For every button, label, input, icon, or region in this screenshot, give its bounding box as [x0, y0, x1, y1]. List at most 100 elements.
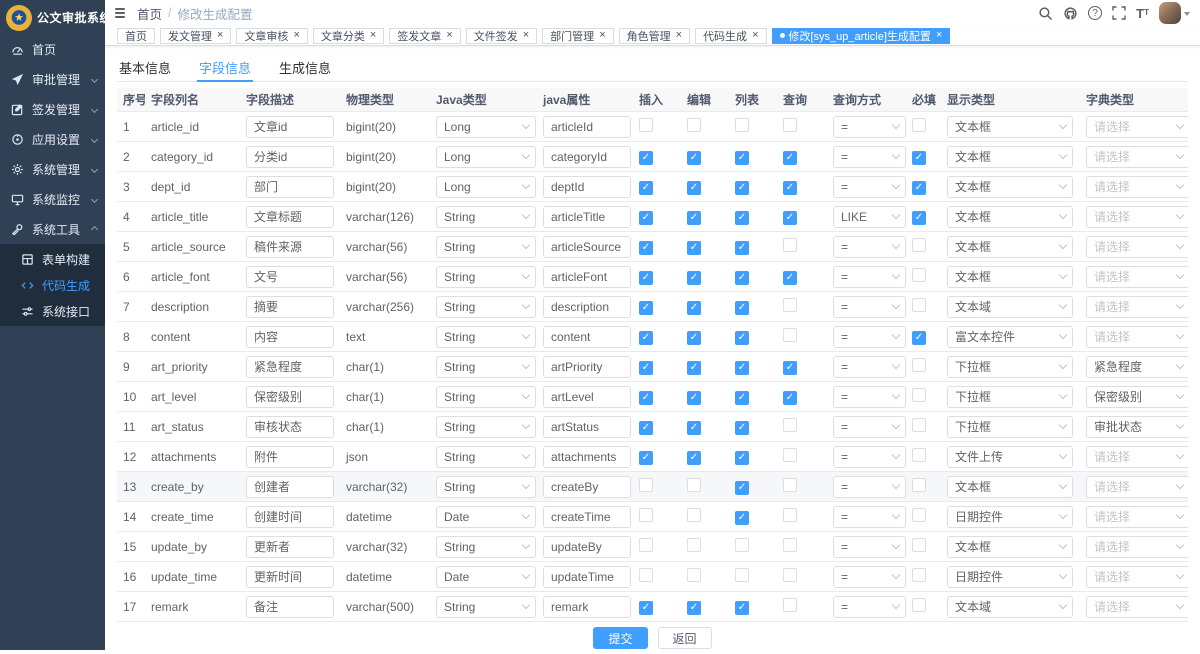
display-type-select[interactable]: 文本框 — [947, 476, 1073, 498]
dict-type-select[interactable]: 请选择 — [1086, 206, 1188, 228]
sidebar-item-home[interactable]: 首页 — [0, 34, 105, 64]
dict-type-select[interactable]: 请选择 — [1086, 506, 1188, 528]
java-type-select[interactable]: String — [436, 386, 536, 408]
back-button[interactable]: 返回 — [658, 627, 712, 649]
close-icon[interactable]: × — [599, 30, 605, 41]
java-type-select[interactable]: String — [436, 206, 536, 228]
list-checkbox[interactable] — [735, 331, 749, 345]
insert-checkbox[interactable] — [639, 451, 653, 465]
dict-type-select[interactable]: 请选择 — [1086, 236, 1188, 258]
required-checkbox[interactable] — [912, 151, 926, 165]
list-checkbox[interactable] — [735, 118, 749, 132]
java-property-input[interactable] — [543, 386, 631, 408]
field-description-input[interactable] — [246, 446, 334, 468]
required-checkbox[interactable] — [912, 478, 926, 492]
insert-checkbox[interactable] — [639, 271, 653, 285]
java-type-select[interactable]: String — [436, 326, 536, 348]
java-property-input[interactable] — [543, 176, 631, 198]
edit-checkbox[interactable] — [687, 181, 701, 195]
field-description-input[interactable] — [246, 476, 334, 498]
github-icon[interactable] — [1063, 6, 1078, 21]
dict-type-select[interactable]: 请选择 — [1086, 116, 1188, 138]
query-checkbox[interactable] — [783, 271, 797, 285]
close-icon[interactable]: × — [217, 30, 223, 41]
query-checkbox[interactable] — [783, 211, 797, 225]
insert-checkbox[interactable] — [639, 211, 653, 225]
query-type-select[interactable]: = — [833, 506, 906, 528]
display-type-select[interactable]: 文本框 — [947, 266, 1073, 288]
hamburger-icon[interactable] — [113, 6, 127, 20]
insert-checkbox[interactable] — [639, 301, 653, 315]
display-type-select[interactable]: 富文本控件 — [947, 326, 1073, 348]
display-type-select[interactable]: 下拉框 — [947, 386, 1073, 408]
field-description-input[interactable] — [246, 326, 334, 348]
query-type-select[interactable]: = — [833, 236, 906, 258]
sidebar-item-issue-mgmt[interactable]: 签发管理 — [0, 94, 105, 124]
sidebar-item-system-mgmt[interactable]: 系统管理 — [0, 154, 105, 184]
dict-type-select[interactable]: 紧急程度 — [1086, 356, 1188, 378]
field-description-input[interactable] — [246, 356, 334, 378]
dict-type-select[interactable]: 请选择 — [1086, 596, 1188, 618]
list-checkbox[interactable] — [735, 511, 749, 525]
query-type-select[interactable]: = — [833, 326, 906, 348]
java-property-input[interactable] — [543, 506, 631, 528]
java-property-input[interactable] — [543, 446, 631, 468]
field-description-input[interactable] — [246, 566, 334, 588]
list-checkbox[interactable] — [735, 301, 749, 315]
insert-checkbox[interactable] — [639, 421, 653, 435]
java-property-input[interactable] — [543, 296, 631, 318]
dict-type-select[interactable]: 请选择 — [1086, 446, 1188, 468]
search-icon[interactable] — [1038, 6, 1053, 21]
required-checkbox[interactable] — [912, 388, 926, 402]
java-property-input[interactable] — [543, 566, 631, 588]
dict-type-select[interactable]: 请选择 — [1086, 146, 1188, 168]
display-type-select[interactable]: 文本框 — [947, 116, 1073, 138]
edit-checkbox[interactable] — [687, 508, 701, 522]
display-type-select[interactable]: 日期控件 — [947, 506, 1073, 528]
query-type-select[interactable]: = — [833, 386, 906, 408]
sidebar-item-code-gen[interactable]: 代码生成 — [0, 272, 105, 298]
sidebar-item-system-tools[interactable]: 系统工具 — [0, 214, 105, 244]
required-checkbox[interactable] — [912, 118, 926, 132]
display-type-select[interactable]: 文件上传 — [947, 446, 1073, 468]
submit-button[interactable]: 提交 — [593, 627, 647, 649]
insert-checkbox[interactable] — [639, 601, 653, 615]
required-checkbox[interactable] — [912, 448, 926, 462]
java-type-select[interactable]: String — [436, 596, 536, 618]
edit-checkbox[interactable] — [687, 478, 701, 492]
required-checkbox[interactable] — [912, 298, 926, 312]
insert-checkbox[interactable] — [639, 391, 653, 405]
display-type-select[interactable]: 文本域 — [947, 596, 1073, 618]
list-checkbox[interactable] — [735, 601, 749, 615]
display-type-select[interactable]: 文本框 — [947, 536, 1073, 558]
java-type-select[interactable]: Long — [436, 116, 536, 138]
list-checkbox[interactable] — [735, 421, 749, 435]
java-type-select[interactable]: Long — [436, 176, 536, 198]
java-type-select[interactable]: String — [436, 416, 536, 438]
breadcrumb-home[interactable]: 首页 — [137, 4, 162, 23]
help-icon[interactable]: ? — [1088, 6, 1102, 20]
field-description-input[interactable] — [246, 146, 334, 168]
edit-checkbox[interactable] — [687, 391, 701, 405]
tag-item-0[interactable]: 首页 — [117, 28, 155, 44]
sidebar-item-approval-mgmt[interactable]: 审批管理 — [0, 64, 105, 94]
required-checkbox[interactable] — [912, 568, 926, 582]
query-checkbox[interactable] — [783, 568, 797, 582]
sidebar-item-system-api[interactable]: 系统接口 — [0, 298, 105, 324]
field-description-input[interactable] — [246, 176, 334, 198]
java-property-input[interactable] — [543, 206, 631, 228]
display-type-select[interactable]: 文本框 — [947, 206, 1073, 228]
display-type-select[interactable]: 下拉框 — [947, 356, 1073, 378]
tag-item-3[interactable]: 文章分类× — [313, 28, 384, 44]
field-description-input[interactable] — [246, 506, 334, 528]
display-type-select[interactable]: 下拉框 — [947, 416, 1073, 438]
insert-checkbox[interactable] — [639, 241, 653, 255]
required-checkbox[interactable] — [912, 211, 926, 225]
sidebar-item-system-monitor[interactable]: 系统监控 — [0, 184, 105, 214]
tab-1[interactable]: 字段信息 — [197, 54, 253, 81]
query-type-select[interactable]: = — [833, 416, 906, 438]
query-checkbox[interactable] — [783, 238, 797, 252]
java-type-select[interactable]: String — [436, 296, 536, 318]
close-icon[interactable]: × — [523, 30, 529, 41]
edit-checkbox[interactable] — [687, 568, 701, 582]
